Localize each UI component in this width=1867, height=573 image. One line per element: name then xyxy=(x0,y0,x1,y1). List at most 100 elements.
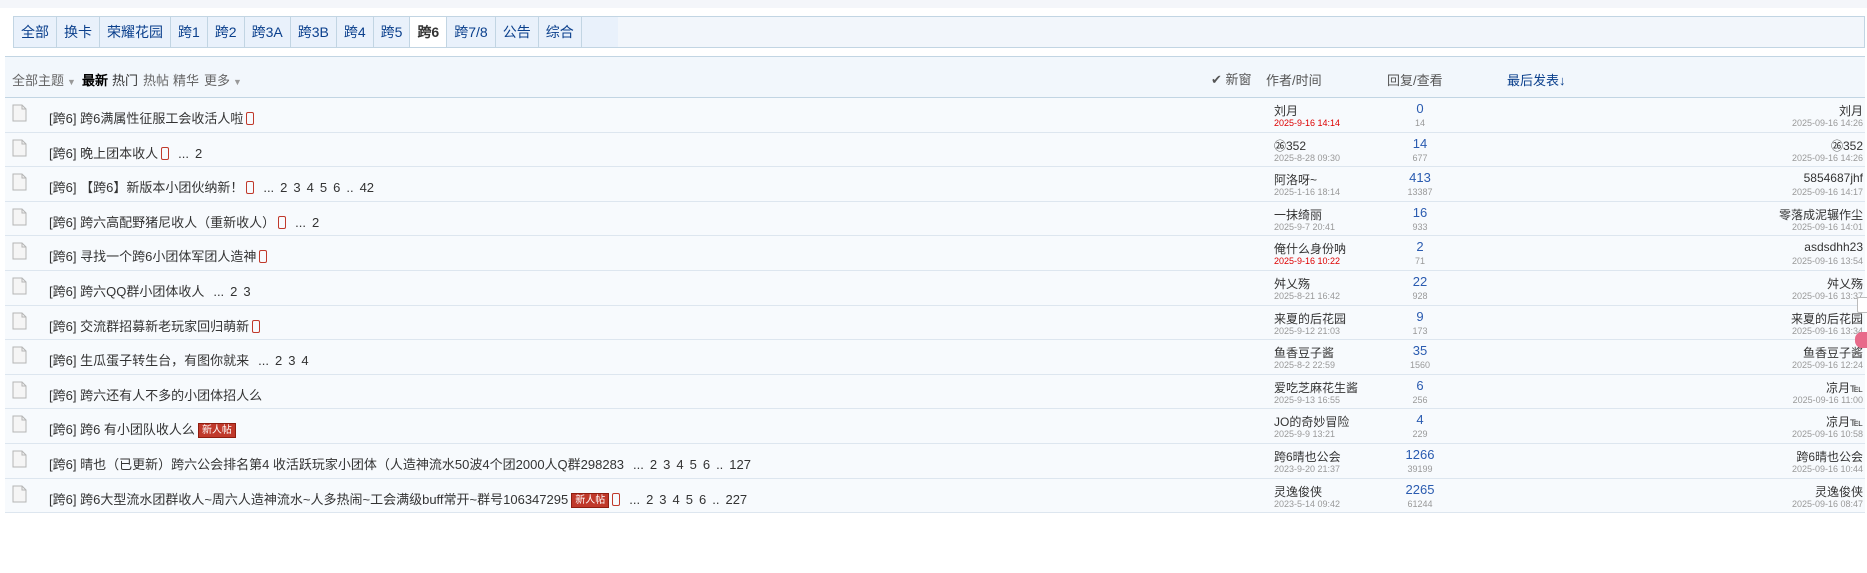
thread-author[interactable]: 灵逸俊侠 xyxy=(1274,483,1322,500)
tab-11[interactable]: 公告 xyxy=(496,17,539,47)
thread-title-link[interactable]: 跨六还有人不多的小团体招人么 xyxy=(80,388,262,403)
thread-tag[interactable]: [跨6] xyxy=(49,319,76,334)
thread-author[interactable]: ㉖352 xyxy=(1274,137,1306,154)
thread-tag[interactable]: [跨6] xyxy=(49,284,76,299)
thread-title-link[interactable]: 【跨6】新版本小团伙纳新！ xyxy=(80,180,243,195)
tab-12[interactable]: 综合 xyxy=(539,17,582,47)
thread-title-link[interactable]: 晴也（已更新）跨六公会排名第4 收活跃玩家小团体（人造神流水50波4个团2000… xyxy=(80,457,624,472)
thread-title-link[interactable]: 跨6满属性征服工会收活人啦 xyxy=(80,111,243,126)
page-link[interactable]: ... xyxy=(213,284,224,299)
page-link[interactable]: 4 xyxy=(676,457,683,472)
thread-title-link[interactable]: 跨6大型流水团群收人~周六人造神流水~人多热闹~工会满级buff常开~群号106… xyxy=(80,492,568,507)
last-post-sort[interactable]: 最后发表↓ xyxy=(1507,70,1566,89)
thread-author[interactable]: 阿洛呀~ xyxy=(1274,171,1317,188)
thread-tag[interactable]: [跨6] xyxy=(49,215,76,230)
page-link[interactable]: 6 xyxy=(699,492,706,507)
last-poster[interactable]: 灵逸俊侠 xyxy=(1815,483,1863,500)
thread-title-link[interactable]: 生瓜蛋子转生台，有图你就来 xyxy=(80,353,249,368)
last-post-date[interactable]: 2025-09-16 14:01 xyxy=(1792,222,1863,232)
tab-10[interactable]: 跨7/8 xyxy=(447,17,496,47)
page-link[interactable]: 2 xyxy=(646,492,653,507)
thread-author[interactable]: 舛乂殇 xyxy=(1274,275,1310,292)
last-post-date[interactable]: 2025-09-16 10:58 xyxy=(1792,429,1863,439)
last-poster[interactable]: 来夏的后花园 xyxy=(1791,310,1863,327)
page-link[interactable]: 2 xyxy=(230,284,237,299)
thread-author[interactable]: 一抹绮丽 xyxy=(1274,206,1322,223)
last-poster[interactable]: 凉月℡ xyxy=(1826,379,1863,396)
thread-author[interactable]: 爱吃芝麻花生酱 xyxy=(1274,379,1358,396)
reply-count[interactable]: 9 xyxy=(1395,309,1445,324)
thread-author[interactable]: 俺什么身份呐 xyxy=(1274,240,1346,257)
page-link[interactable]: ... xyxy=(178,146,189,161)
thread-author[interactable]: 跨6晴也公会 xyxy=(1274,448,1341,465)
page-link[interactable]: 2 xyxy=(312,215,319,230)
filter-latest[interactable]: 最新 xyxy=(82,70,108,89)
last-post-date[interactable]: 2025-09-16 13:34 xyxy=(1792,326,1863,336)
reply-count[interactable]: 413 xyxy=(1395,170,1445,185)
thread-tag[interactable]: [跨6] xyxy=(49,249,76,264)
thread-tag[interactable]: [跨6] xyxy=(49,457,76,472)
page-link[interactable]: 2 xyxy=(275,353,282,368)
last-poster[interactable]: 5854687jhf xyxy=(1804,171,1863,185)
tab-3[interactable]: 跨1 xyxy=(171,17,208,47)
reply-count[interactable]: 2265 xyxy=(1395,482,1445,497)
thread-tag[interactable]: [跨6] xyxy=(49,146,76,161)
page-link[interactable]: 4 xyxy=(301,353,308,368)
page-link[interactable]: 3 xyxy=(663,457,670,472)
thread-tag[interactable]: [跨6] xyxy=(49,422,76,437)
reply-count[interactable]: 22 xyxy=(1395,274,1445,289)
page-link[interactable]: ... xyxy=(629,492,640,507)
last-post-date[interactable]: 2025-09-16 10:44 xyxy=(1792,464,1863,474)
thread-title-link[interactable]: 跨六QQ群小团体收人 xyxy=(80,284,204,299)
page-link[interactable]: ... xyxy=(633,457,644,472)
tab-5[interactable]: 跨3A xyxy=(245,17,291,47)
last-poster[interactable]: 舛乂殇 xyxy=(1827,275,1863,292)
filter-hot-posts[interactable]: 热帖 xyxy=(143,70,169,89)
last-post-date[interactable]: 2025-09-16 08:47 xyxy=(1792,499,1863,509)
last-poster[interactable]: 零落成泥辗作尘 xyxy=(1779,206,1863,223)
thread-title-link[interactable]: 寻找一个跨6小团体军团人造神 xyxy=(80,249,256,264)
tab-9[interactable]: 跨6 xyxy=(410,17,448,47)
page-link[interactable]: ... xyxy=(263,180,274,195)
thread-title-link[interactable]: 跨6 有小团队收人么 xyxy=(80,422,195,437)
filter-more[interactable]: 更多 ▼ xyxy=(204,70,242,89)
page-link[interactable]: 2 xyxy=(195,146,202,161)
thread-author[interactable]: JO的奇妙冒险 xyxy=(1274,413,1349,430)
last-post-date[interactable]: 2025-09-16 12:24 xyxy=(1792,360,1863,370)
thread-author[interactable]: 来夏的后花园 xyxy=(1274,310,1346,327)
page-link[interactable]: 3 xyxy=(243,284,250,299)
filter-hot[interactable]: 热门 xyxy=(112,70,138,89)
page-link[interactable]: 5 xyxy=(686,492,693,507)
page-link[interactable]: ... xyxy=(258,353,269,368)
page-link[interactable]: 3 xyxy=(288,353,295,368)
last-poster[interactable]: 鱼香豆子酱 xyxy=(1803,344,1863,361)
page-link[interactable]: 127 xyxy=(729,457,751,472)
thread-title-link[interactable]: 晚上团本收人 xyxy=(80,146,158,161)
reply-count[interactable]: 2 xyxy=(1395,239,1445,254)
page-link[interactable]: 2 xyxy=(280,180,287,195)
last-poster[interactable]: 跨6晴也公会 xyxy=(1796,448,1863,465)
tab-0[interactable]: 全部 xyxy=(14,17,57,47)
thread-tag[interactable]: [跨6] xyxy=(49,180,76,195)
thread-tag[interactable]: [跨6] xyxy=(49,492,76,507)
thread-title-link[interactable]: 跨六高配野猪尼收人（重新收人） xyxy=(80,215,275,230)
last-poster[interactable]: 凉月℡ xyxy=(1826,413,1863,430)
last-poster[interactable]: ㉖352 xyxy=(1831,137,1863,154)
side-float-icon[interactable] xyxy=(1855,332,1867,348)
page-link[interactable]: .. xyxy=(712,492,719,507)
thread-tag[interactable]: [跨6] xyxy=(49,353,76,368)
page-link[interactable]: .. xyxy=(716,457,723,472)
last-post-date[interactable]: 2025-09-16 14:17 xyxy=(1792,187,1863,197)
page-link[interactable]: 42 xyxy=(360,180,374,195)
page-link[interactable]: 2 xyxy=(650,457,657,472)
new-window-toggle[interactable]: ✔ 新窗 xyxy=(1211,69,1252,88)
last-post-date[interactable]: 2025-09-16 14:26 xyxy=(1792,118,1863,128)
page-link[interactable]: 4 xyxy=(307,180,314,195)
reply-count[interactable]: 0 xyxy=(1395,101,1445,116)
last-poster[interactable]: asdsdhh23 xyxy=(1804,240,1863,254)
page-link[interactable]: 3 xyxy=(293,180,300,195)
reply-count[interactable]: 1266 xyxy=(1395,447,1445,462)
tab-6[interactable]: 跨3B xyxy=(291,17,337,47)
thread-title-link[interactable]: 交流群招募新老玩家回归萌新 xyxy=(80,319,249,334)
thread-tag[interactable]: [跨6] xyxy=(49,388,76,403)
